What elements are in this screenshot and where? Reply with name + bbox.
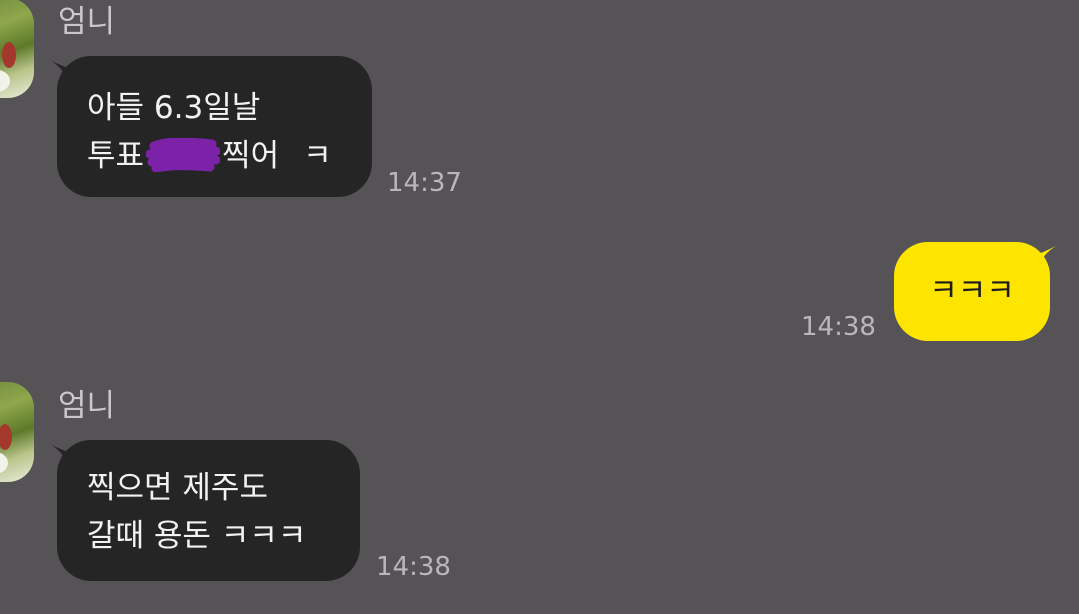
avatar[interactable] [0,382,34,482]
message-text-line: 갈때 용돈 ㅋㅋㅋ [87,518,307,554]
message-text-fragment: ㅋ [303,138,332,174]
message-text-line: 찍으면 제주도 [87,470,268,506]
message-bubble-outgoing[interactable]: ㅋㅋㅋ [894,242,1050,341]
sender-name: 엄니 [58,4,116,40]
message-timestamp: 14:37 [387,168,462,198]
message-text-line: 투표 찍어 ㅋ [87,132,372,180]
message-bubble[interactable]: 찍으면 제주도 갈때 용돈 ㅋㅋㅋ [57,440,360,581]
message-text: ㅋㅋㅋ [929,273,1015,309]
message-text-line: 아들 6.3일날 [87,90,261,126]
message-timestamp: 14:38 [801,312,876,342]
message-timestamp: 14:38 [376,552,451,582]
message-text-fragment: 투표 [87,138,145,174]
message-text-fragment: 찍어 [222,138,280,174]
redaction-scribble-icon [146,138,221,172]
sender-name: 엄니 [58,388,116,424]
avatar[interactable] [0,0,34,98]
message-bubble[interactable]: 아들 6.3일날 투표 찍어 ㅋ [57,56,372,197]
